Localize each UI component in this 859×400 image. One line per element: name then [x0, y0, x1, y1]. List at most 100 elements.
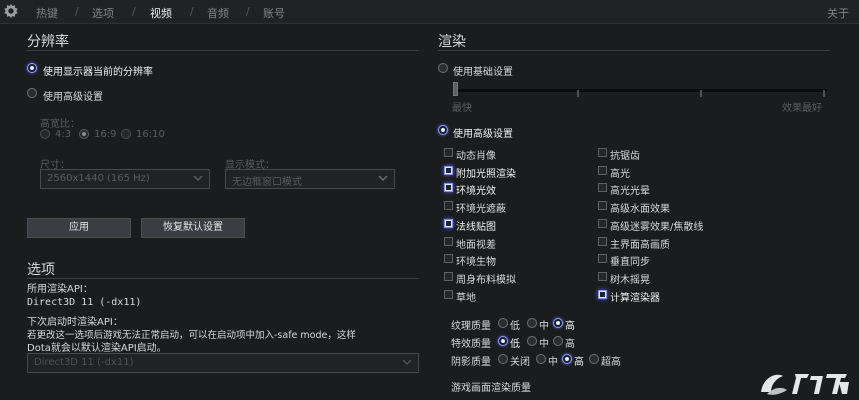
render-title: 渲染 — [438, 34, 466, 50]
quality-slider[interactable] — [455, 89, 827, 92]
shadow-quality-label: 阴影质量 — [451, 357, 491, 368]
tab-options[interactable]: 选项 — [92, 5, 114, 21]
slider-tick — [700, 90, 702, 97]
checkbox-ambient-occlusion[interactable] — [444, 201, 453, 210]
checkbox-label: 环境生物 — [456, 257, 496, 268]
aspect-16-9-radio[interactable] — [79, 129, 89, 139]
top-navigation-bar: 热键 / 选项 / 视频 / 音频 / 账号 关于 — [0, 0, 859, 24]
about-link[interactable]: 关于 — [827, 5, 849, 21]
use-monitor-resolution-radio[interactable] — [27, 63, 37, 73]
tab-audio[interactable]: 音频 — [207, 5, 229, 21]
slider-max-label: 效果最好 — [782, 103, 822, 114]
aspect-ratio-label: 高宽比： — [40, 119, 80, 130]
tab-account[interactable]: 账号 — [263, 5, 285, 21]
checkbox-label: 动态肖像 — [456, 151, 496, 162]
radio-label: 关闭 — [510, 357, 530, 368]
quality-slider-handle[interactable] — [453, 82, 458, 96]
texture-quality-high-radio[interactable] — [553, 318, 563, 328]
radio-label: 高 — [565, 339, 575, 350]
size-dropdown-value: 2560x1440 (165 Hz) — [47, 173, 150, 184]
checkbox-label: 草地 — [456, 293, 476, 304]
aspect-4-3-label: 4:3 — [55, 129, 72, 140]
aspect-4-3-radio[interactable] — [40, 129, 50, 139]
checkbox-label: 环境光遮蔽 — [456, 204, 506, 215]
aspect-16-10-radio[interactable] — [121, 129, 131, 139]
aspect-16-9-label: 16:9 — [94, 129, 117, 140]
checkbox-ambient-creatures[interactable] — [444, 254, 453, 263]
effects-quality-label: 特效质量 — [451, 339, 491, 350]
section-divider — [438, 50, 830, 51]
radio-label: 中 — [539, 339, 549, 350]
checkbox-cloth-simulation[interactable] — [444, 272, 453, 281]
tab-separator: / — [75, 5, 79, 18]
display-mode-dropdown[interactable]: 无边框窗口模式 — [225, 169, 395, 189]
texture-quality-low-radio[interactable] — [498, 318, 508, 328]
checkbox-label: 抗锯齿 — [610, 151, 640, 162]
tab-separator: / — [190, 5, 194, 18]
shadow-quality-off-radio[interactable] — [498, 354, 508, 364]
shadow-quality-high-radio[interactable] — [562, 354, 572, 364]
api-value: Direct3D 11 (-dx11) — [27, 297, 142, 308]
checkbox-fog-caustics[interactable] — [598, 219, 607, 228]
checkbox-label: 高级水面效果 — [610, 204, 670, 215]
checkbox-anti-aliasing[interactable] — [598, 148, 607, 157]
checkbox-high-quality-dashboard[interactable] — [598, 237, 607, 246]
tab-hotkeys[interactable]: 热键 — [36, 5, 58, 21]
checkbox-label: 主界面高画质 — [610, 240, 670, 251]
aspect-16-10-label: 16:10 — [136, 129, 165, 140]
chevron-down-icon — [193, 175, 203, 182]
shadow-quality-medium-radio[interactable] — [536, 354, 546, 364]
texture-quality-label: 纹理质量 — [451, 321, 491, 332]
checkbox-grass[interactable] — [444, 290, 453, 299]
checkbox-label: 周身布料模拟 — [456, 275, 516, 286]
checkbox-tree-wind[interactable] — [598, 272, 607, 281]
apply-button[interactable]: 应用 — [27, 218, 131, 238]
use-advanced-resolution-radio[interactable] — [27, 88, 37, 98]
options-title: 选项 — [27, 262, 55, 278]
effects-quality-high-radio[interactable] — [553, 336, 563, 346]
checkbox-ambient-lighting[interactable] — [444, 183, 453, 192]
texture-quality-medium-radio[interactable] — [527, 318, 537, 328]
slider-tick — [577, 90, 579, 97]
tab-separator: / — [132, 5, 136, 18]
tab-separator: / — [246, 5, 250, 18]
screen-render-quality-label: 游戏画面渲染质量 — [451, 383, 531, 394]
watermark-logo — [761, 374, 849, 395]
radio-label: 超高 — [601, 357, 621, 368]
shadow-quality-ultra-radio[interactable] — [589, 354, 599, 364]
radio-label: 中 — [539, 321, 549, 332]
checkbox-vsync[interactable] — [598, 254, 607, 263]
checkbox-normal-maps[interactable] — [444, 219, 453, 228]
checkbox-high-quality-water[interactable] — [598, 201, 607, 210]
display-mode-dropdown-value: 无边框窗口模式 — [232, 177, 302, 188]
effects-quality-low-radio[interactable] — [498, 336, 508, 346]
basic-settings-radio[interactable] — [438, 63, 448, 73]
slider-min-label: 最快 — [452, 103, 472, 114]
basic-settings-label: 使用基础设置 — [453, 67, 513, 78]
checkbox-additional-lighting[interactable] — [444, 166, 453, 175]
checkbox-label: 法线贴图 — [456, 222, 496, 233]
effects-quality-medium-radio[interactable] — [527, 336, 537, 346]
chevron-down-icon — [378, 175, 388, 182]
size-dropdown[interactable]: 2560x1440 (165 Hz) — [40, 169, 210, 189]
advanced-render-radio[interactable] — [438, 125, 448, 135]
api-change-note: 若更改这一选项后游戏无法正常启动，可以在启动项中加入-safe mode，这样 — [27, 330, 356, 341]
gear-icon[interactable] — [2, 2, 20, 20]
checkbox-compute-shaders[interactable] — [598, 290, 607, 299]
radio-label: 低 — [510, 321, 520, 332]
radio-label: 高 — [565, 321, 575, 332]
tab-video[interactable]: 视频 — [150, 5, 172, 21]
checkbox-dynamic-portrait[interactable] — [444, 148, 453, 157]
checkbox-specular[interactable] — [598, 166, 607, 175]
checkbox-specular-bloom[interactable] — [598, 183, 607, 192]
checkbox-label: 计算渲染器 — [610, 293, 660, 304]
api-dropdown[interactable]: Direct3D 11 (-dx11) — [27, 353, 419, 373]
advanced-render-label: 使用高级设置 — [453, 129, 513, 140]
checkbox-label: 高级迷雾效果/焦散线 — [610, 222, 704, 233]
checkbox-label: 附加光照渲染 — [456, 169, 516, 180]
checkbox-label: 垂直同步 — [610, 257, 650, 268]
api-label: 所用渲染API： — [27, 284, 93, 295]
restore-defaults-button[interactable]: 恢复默认设置 — [141, 218, 245, 238]
checkbox-ground-parallax[interactable] — [444, 237, 453, 246]
checkbox-label: 高光光晕 — [610, 186, 650, 197]
